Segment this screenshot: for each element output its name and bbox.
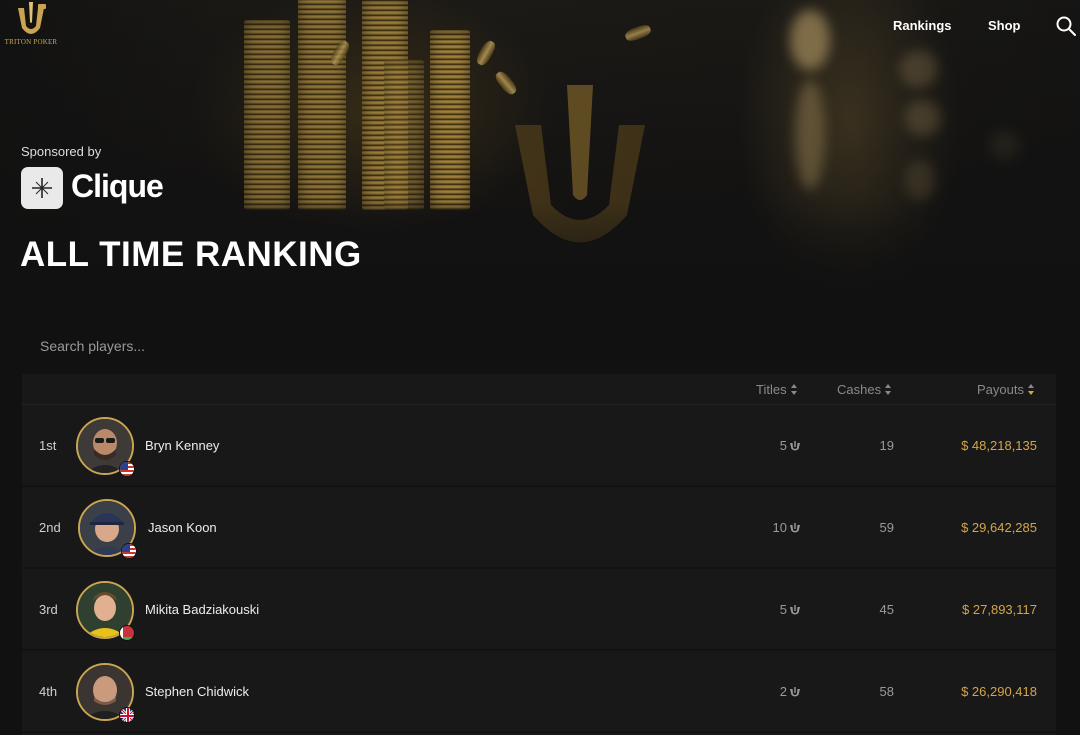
us-flag-icon xyxy=(121,543,137,559)
table-header: Titles Cashes Payouts xyxy=(22,374,1056,405)
titles-value: 2 xyxy=(752,684,800,699)
rank-label: 3rd xyxy=(39,602,58,617)
payouts-header-label: Payouts xyxy=(977,382,1024,397)
titles-count: 5 xyxy=(779,438,787,453)
payout-value: $ 26,290,418 xyxy=(961,684,1037,699)
player-name[interactable]: Mikita Badziakouski xyxy=(145,602,259,617)
payouts-column-header[interactable]: Payouts xyxy=(977,382,1035,397)
trophy-icon xyxy=(790,441,800,451)
clique-logo-icon[interactable] xyxy=(21,167,63,209)
trophy-icon xyxy=(790,523,800,533)
rank-label: 4th xyxy=(39,684,58,699)
cashes-value: 19 xyxy=(879,438,894,453)
player-name[interactable]: Stephen Chidwick xyxy=(145,684,249,699)
payout-value: $ 29,642,285 xyxy=(961,520,1037,535)
table-row[interactable]: 1st Bryn Kenney 5 19 $ 48,218,135 xyxy=(22,405,1056,487)
trophy-icon xyxy=(790,687,800,697)
cashes-header-label: Cashes xyxy=(837,382,882,397)
rank-label: 2nd xyxy=(39,520,61,535)
sponsor-name[interactable]: Clique xyxy=(71,168,164,205)
titles-count: 10 xyxy=(772,520,787,535)
cashes-value: 58 xyxy=(879,684,894,699)
search-icon[interactable] xyxy=(1056,16,1076,36)
payout-value: $ 27,893,117 xyxy=(962,602,1037,617)
titles-column-header[interactable]: Titles xyxy=(756,382,798,397)
cashes-value: 45 xyxy=(879,602,894,617)
payout-value: $ 48,218,135 xyxy=(961,438,1037,453)
logo-text: TRITON POKER xyxy=(4,38,58,46)
player-name[interactable]: Bryn Kenney xyxy=(145,438,219,453)
titles-count: 5 xyxy=(779,602,787,617)
nav-shop-link[interactable]: Shop xyxy=(988,18,1021,33)
by-flag-icon xyxy=(119,625,135,641)
titles-header-label: Titles xyxy=(756,382,787,397)
table-row[interactable]: 3rd Mikita Badziakouski 5 45 $ 27,893,11… xyxy=(22,569,1056,651)
cashes-column-header[interactable]: Cashes xyxy=(837,382,892,397)
search-players-input[interactable] xyxy=(22,322,1056,370)
triton-poker-logo[interactable]: TRITON POKER xyxy=(2,2,58,46)
triton-logo-icon xyxy=(18,2,46,34)
rank-label: 1st xyxy=(39,438,57,453)
us-flag-icon xyxy=(119,461,135,477)
titles-value: 5 xyxy=(752,438,800,453)
player-name[interactable]: Jason Koon xyxy=(148,520,217,535)
sort-active-icon xyxy=(1027,384,1035,395)
rankings-table: Titles Cashes Payouts 1st Bryn Kenney 5 … xyxy=(22,374,1056,735)
page-title: ALL TIME RANKING xyxy=(20,235,362,274)
titles-count: 2 xyxy=(779,684,787,699)
cashes-value: 59 xyxy=(879,520,894,535)
table-row[interactable]: 2nd Jason Koon 10 59 $ 29,642,285 xyxy=(22,487,1056,569)
sponsored-label: Sponsored by xyxy=(21,144,102,159)
trophy-icon xyxy=(790,605,800,615)
table-row[interactable]: 4th Stephen Chidwick 2 58 $ 26,290,418 xyxy=(22,651,1056,733)
nav-rankings-link[interactable]: Rankings xyxy=(893,18,952,33)
sort-icon xyxy=(790,384,798,395)
titles-value: 10 xyxy=(752,520,800,535)
sparkle-icon xyxy=(32,178,52,198)
titles-value: 5 xyxy=(752,602,800,617)
gb-flag-icon xyxy=(119,707,135,723)
sort-icon xyxy=(885,384,892,395)
